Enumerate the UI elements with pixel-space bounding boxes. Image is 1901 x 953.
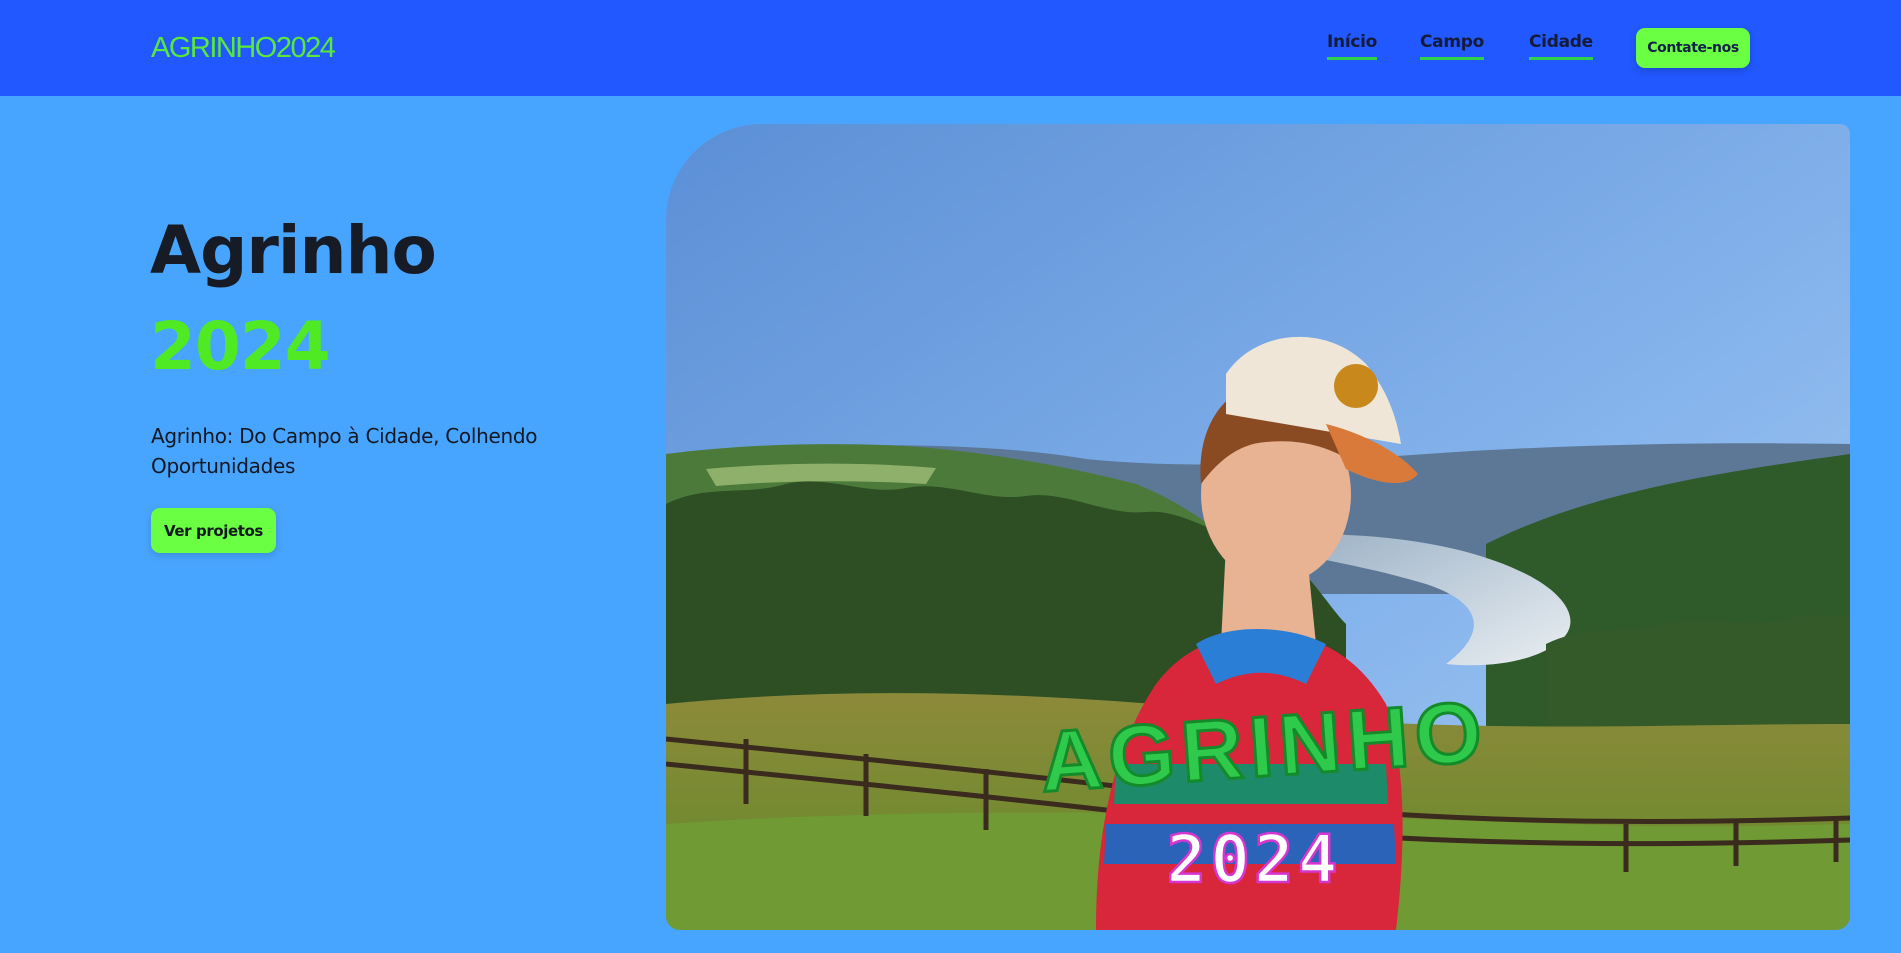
hero-image: AGRINHO 2024: [666, 124, 1850, 930]
contact-button[interactable]: Contate-nos: [1636, 28, 1750, 68]
nav-link-cidade[interactable]: Cidade: [1529, 30, 1593, 60]
nav-link-inicio[interactable]: Início: [1327, 30, 1377, 60]
nav-link-campo[interactable]: Campo: [1420, 30, 1484, 60]
top-navigation-bar: AGRINHO2024 Início Campo Cidade Contate-…: [0, 0, 1901, 96]
hero-year: 2024: [150, 308, 331, 385]
view-projects-button[interactable]: Ver projetos: [151, 508, 276, 553]
image-overlay-year: 2024: [1167, 821, 1342, 898]
hero-title: Agrinho: [150, 212, 437, 289]
landscape-illustration: AGRINHO 2024: [666, 124, 1850, 930]
hero-subtitle: Agrinho: Do Campo à Cidade, Colhendo Opo…: [151, 424, 538, 478]
site-logo[interactable]: AGRINHO2024: [151, 30, 336, 66]
